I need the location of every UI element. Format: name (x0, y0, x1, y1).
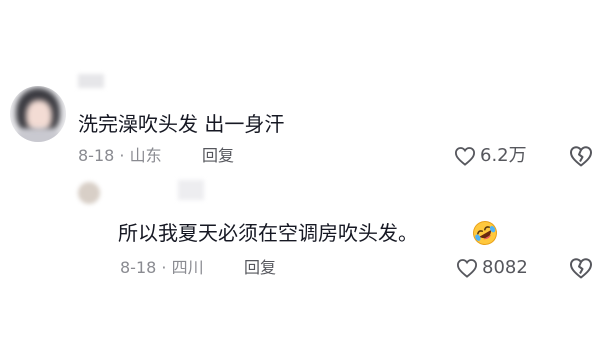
comment-date: 8-18 (78, 146, 115, 165)
dislike-button[interactable] (568, 145, 594, 167)
avatar[interactable] (10, 86, 66, 142)
reply-avatar[interactable] (78, 182, 100, 204)
username-blurred (78, 74, 104, 88)
reply-text: 所以我夏天必须在空调房吹头发。 (118, 221, 418, 245)
reply-location: 四川 (171, 258, 204, 277)
reply-username-blurred (178, 180, 204, 200)
reply-date: 8-18 (120, 258, 157, 277)
reply-meta: 8-18 · 四川 (120, 258, 204, 278)
broken-heart-outline-icon (568, 145, 594, 167)
broken-heart-outline-icon (568, 257, 594, 279)
meta-separator: · (161, 258, 167, 277)
reply-button[interactable]: 回复 (202, 146, 234, 166)
heart-outline-icon (454, 146, 476, 166)
like-count: 8082 (482, 257, 528, 278)
dislike-button[interactable] (568, 257, 594, 279)
like-button[interactable]: 8082 (456, 257, 528, 279)
reply-text-row: 所以我夏天必须在空调房吹头发。 (118, 221, 418, 245)
like-count: 6.2万 (480, 145, 527, 166)
meta-separator: · (119, 146, 125, 165)
rolling-on-floor-laughing-emoji (473, 221, 497, 245)
like-button[interactable]: 6.2万 (454, 145, 527, 167)
comment-text: 洗完澡吹头发 出一身汗 (78, 112, 285, 136)
reply-button[interactable]: 回复 (244, 258, 276, 278)
comment-location: 山东 (129, 146, 162, 165)
heart-outline-icon (456, 258, 478, 278)
comment-meta: 8-18 · 山东 (78, 146, 162, 166)
